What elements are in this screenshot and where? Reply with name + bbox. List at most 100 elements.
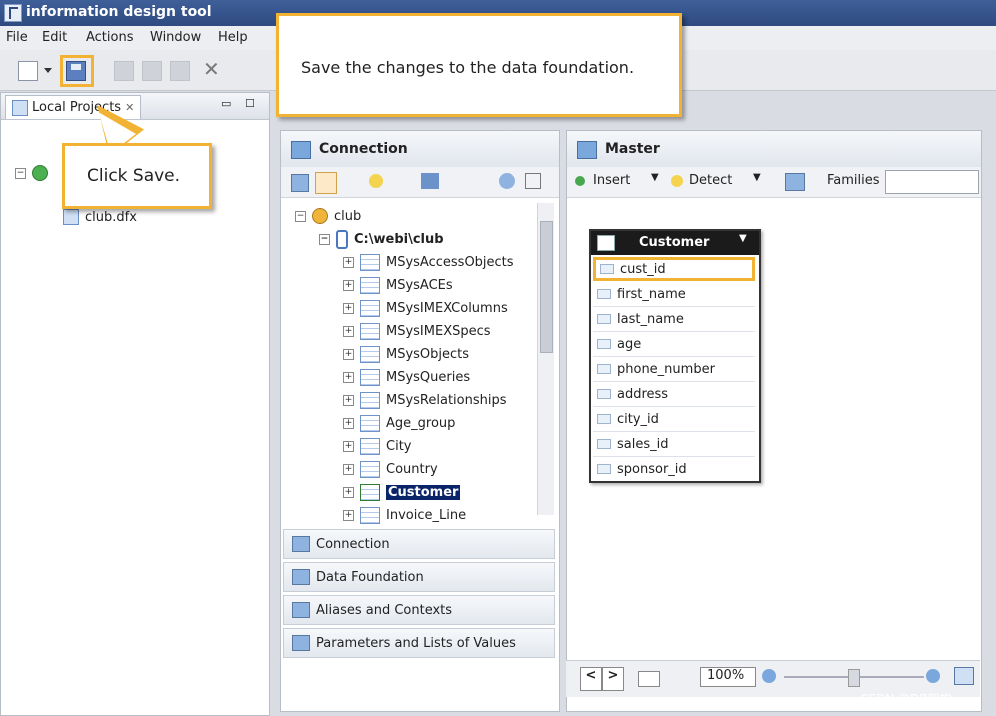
table-node[interactable]: + MSysAccessObjects bbox=[343, 251, 514, 273]
accordion-aliases[interactable]: Aliases and Contexts bbox=[283, 595, 555, 625]
connection-icon bbox=[291, 141, 311, 159]
expand-icon[interactable]: + bbox=[343, 509, 354, 521]
collapse-icon[interactable]: − bbox=[319, 233, 330, 245]
new-icon[interactable] bbox=[18, 61, 38, 81]
table-node[interactable]: + MSysQueries bbox=[343, 366, 470, 388]
options-icon[interactable] bbox=[525, 173, 541, 189]
maximize-icon[interactable]: ☐ bbox=[245, 97, 255, 110]
accordion-label: Connection bbox=[316, 536, 390, 552]
column-row[interactable]: phone_number bbox=[593, 357, 755, 382]
detect-dropdown-icon[interactable]: ▼ bbox=[753, 172, 761, 183]
browse-icon[interactable] bbox=[291, 174, 309, 192]
fit-icon[interactable] bbox=[638, 671, 660, 687]
expand-icon[interactable]: + bbox=[343, 463, 354, 475]
column-row[interactable]: sales_id bbox=[593, 432, 755, 457]
column-row[interactable]: age bbox=[593, 332, 755, 357]
insert-button[interactable]: Insert bbox=[593, 173, 630, 188]
accordion-data-foundation[interactable]: Data Foundation bbox=[283, 562, 555, 592]
new-dropdown-icon[interactable] bbox=[44, 68, 52, 73]
expand-icon[interactable]: + bbox=[343, 256, 354, 268]
expand-icon[interactable]: + bbox=[343, 440, 354, 452]
zoom-in-icon[interactable] bbox=[926, 669, 940, 683]
column-label: cust_id bbox=[620, 261, 666, 277]
minimize-icon[interactable]: ▭ bbox=[221, 97, 231, 110]
table-node-selected[interactable]: + Customer bbox=[343, 481, 461, 503]
column-row[interactable]: first_name bbox=[593, 282, 755, 307]
table-node[interactable]: + City bbox=[343, 435, 411, 457]
table-node[interactable]: + Invoice_Line bbox=[343, 504, 466, 526]
table-icon bbox=[360, 414, 380, 432]
column-icon bbox=[597, 414, 611, 424]
menu-actions[interactable]: Actions bbox=[86, 30, 134, 45]
customer-table[interactable]: Customer ▼ cust_id first_name last_name … bbox=[589, 229, 761, 483]
table-label: Customer bbox=[386, 484, 461, 500]
collapse-icon[interactable]: − bbox=[295, 210, 306, 222]
save-tip-text: Save the changes to the data foundation. bbox=[301, 58, 635, 77]
table-menu-icon[interactable]: ▼ bbox=[739, 233, 747, 244]
column-label: address bbox=[617, 386, 669, 402]
zoom-slider-thumb[interactable] bbox=[848, 669, 860, 687]
connection-node-icon bbox=[312, 208, 328, 224]
paste-icon bbox=[170, 61, 190, 81]
expand-icon[interactable]: + bbox=[343, 417, 354, 429]
accordion-parameters[interactable]: Parameters and Lists of Values bbox=[283, 628, 555, 658]
overview-icon[interactable] bbox=[954, 667, 974, 685]
accordion-connection[interactable]: Connection bbox=[283, 529, 555, 559]
column-row[interactable]: city_id bbox=[593, 407, 755, 432]
table-icon bbox=[360, 460, 380, 478]
menu-edit[interactable]: Edit bbox=[42, 30, 67, 45]
insert-dropdown-icon[interactable]: ▼ bbox=[651, 172, 659, 183]
families-select[interactable] bbox=[885, 170, 979, 194]
zoom-input[interactable]: 100% bbox=[700, 667, 756, 687]
zoom-out-icon[interactable] bbox=[762, 669, 776, 683]
expand-icon[interactable]: + bbox=[343, 394, 354, 406]
column-cust-id[interactable]: cust_id bbox=[593, 257, 755, 281]
expand-icon[interactable]: + bbox=[343, 279, 354, 291]
menu-window[interactable]: Window bbox=[150, 30, 201, 45]
chevron-left-icon[interactable]: < bbox=[580, 667, 602, 691]
tree-root[interactable]: − bbox=[15, 165, 48, 181]
aliases-icon bbox=[292, 602, 310, 618]
table-node[interactable]: + MSysIMEXColumns bbox=[343, 297, 508, 319]
user-icon[interactable] bbox=[315, 172, 337, 194]
layout-icon[interactable] bbox=[785, 173, 805, 191]
expand-icon[interactable]: + bbox=[343, 302, 354, 314]
filter-icon[interactable] bbox=[369, 174, 383, 188]
table-label: MSysRelationships bbox=[386, 392, 507, 408]
tree-file-item[interactable]: club.dfx bbox=[63, 209, 137, 225]
expand-icon[interactable]: + bbox=[343, 486, 354, 498]
connection-panel: Connection − club − C:\webi\club + MSysAc… bbox=[280, 130, 560, 712]
column-row[interactable]: last_name bbox=[593, 307, 755, 332]
column-row[interactable]: sponsor_id bbox=[593, 457, 755, 481]
expand-icon[interactable]: + bbox=[343, 371, 354, 383]
table-node[interactable]: + Country bbox=[343, 458, 438, 480]
tree-scrollbar[interactable] bbox=[537, 203, 554, 515]
table-node[interactable]: + MSysACEs bbox=[343, 274, 453, 296]
insert-icon bbox=[575, 176, 585, 186]
table-node[interactable]: + MSysIMEXSpecs bbox=[343, 320, 491, 342]
column-label: last_name bbox=[617, 311, 684, 327]
table-node[interactable]: + MSysRelationships bbox=[343, 389, 507, 411]
column-row[interactable]: address bbox=[593, 382, 755, 407]
menu-help[interactable]: Help bbox=[218, 30, 248, 45]
table-header: Customer ▼ bbox=[591, 231, 759, 255]
table-node[interactable]: + MSysObjects bbox=[343, 343, 469, 365]
refresh-icon[interactable] bbox=[499, 173, 515, 189]
database-icon bbox=[336, 229, 348, 249]
scroll-thumb[interactable] bbox=[540, 221, 553, 353]
collapse-icon[interactable]: − bbox=[15, 167, 26, 179]
table-node[interactable]: + Age_group bbox=[343, 412, 455, 434]
table-label: Country bbox=[386, 461, 438, 477]
master-panel: Master Insert ▼ Detect ▼ Families Custom… bbox=[566, 130, 982, 712]
click-save-callout: Click Save. bbox=[62, 143, 212, 209]
tree-root-club[interactable]: − club bbox=[295, 205, 361, 227]
column-label: sponsor_id bbox=[617, 461, 687, 477]
expand-icon[interactable]: + bbox=[343, 325, 354, 337]
chevron-right-icon[interactable]: > bbox=[602, 667, 624, 691]
detect-button[interactable]: Detect bbox=[689, 173, 732, 188]
expand-icon[interactable]: + bbox=[343, 348, 354, 360]
tree-path[interactable]: − C:\webi\club bbox=[319, 228, 444, 250]
search-icon[interactable] bbox=[421, 173, 439, 189]
menu-file[interactable]: File bbox=[6, 30, 28, 45]
chevron-left-icon: ‹ bbox=[11, 641, 19, 662]
